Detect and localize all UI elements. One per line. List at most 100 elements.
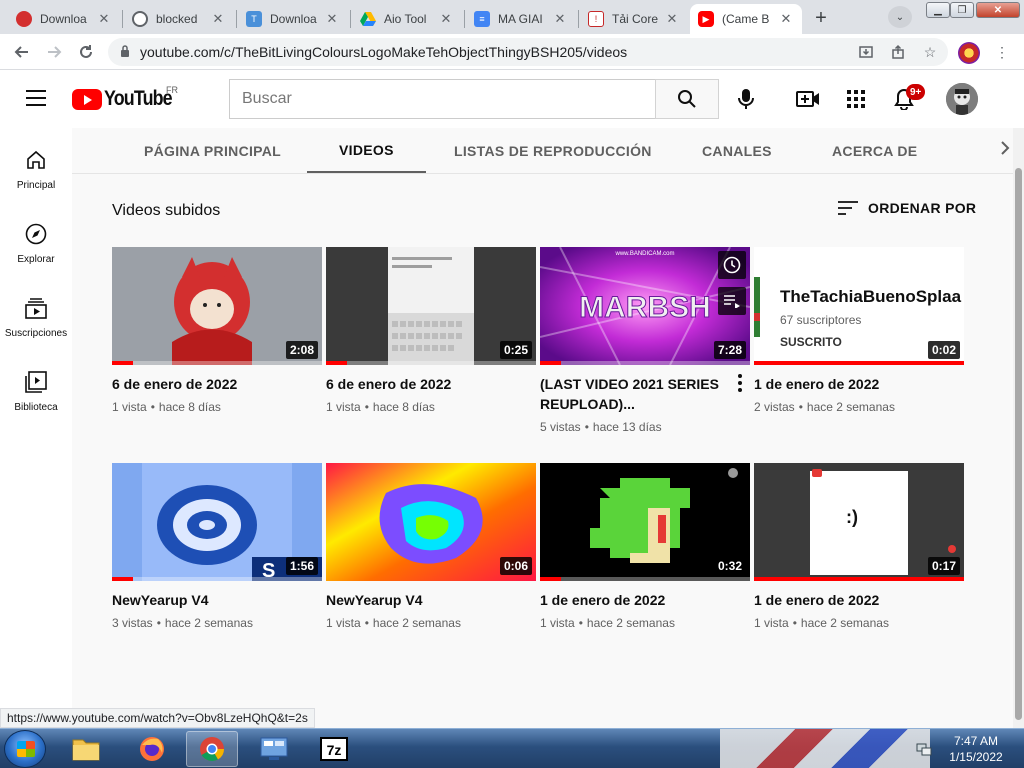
- tab-search-icon[interactable]: ⌄: [888, 6, 912, 28]
- scrollbar-thumb[interactable]: [1015, 168, 1022, 720]
- browser-tab[interactable]: ≡ MA GIAI ✕: [466, 4, 576, 34]
- create-video-icon[interactable]: [796, 87, 820, 111]
- video-title[interactable]: 1 de enero de 2022: [754, 374, 964, 394]
- sidebar-item-subscriptions[interactable]: Suscripciones: [0, 276, 72, 346]
- search-button[interactable]: [655, 79, 719, 119]
- youtube-header: YouTube FR 9+: [0, 70, 1024, 128]
- back-icon[interactable]: [10, 40, 34, 64]
- microphone-icon[interactable]: [734, 87, 758, 111]
- svg-text:www.BANDICAM.com: www.BANDICAM.com: [614, 251, 674, 257]
- video-title[interactable]: 1 de enero de 2022: [754, 590, 964, 610]
- sidebar-item-home[interactable]: Principal: [0, 128, 72, 198]
- more-actions-icon[interactable]: [732, 373, 748, 393]
- search-field[interactable]: [229, 79, 656, 119]
- duration-badge: 0:32: [713, 557, 746, 575]
- menu-icon[interactable]: [26, 90, 46, 106]
- sidebar-item-explore[interactable]: Explorar: [0, 202, 72, 272]
- video-thumbnail[interactable]: 0:32: [540, 463, 750, 581]
- tab-home[interactable]: PÁGINA PRINCIPAL: [144, 128, 281, 173]
- browser-tab[interactable]: ! Tải Core ✕: [580, 4, 688, 34]
- sidebar-item-library[interactable]: Biblioteca: [0, 350, 72, 420]
- search-icon: [678, 90, 696, 108]
- video-card[interactable]: 0:25 6 de enero de 2022 1 vista • hace 8 d…: [326, 247, 536, 414]
- browser-profile-icon[interactable]: [958, 42, 980, 64]
- tab-channels[interactable]: CANALES: [702, 128, 772, 173]
- search-input[interactable]: [242, 90, 656, 108]
- close-tab-icon[interactable]: ✕: [324, 11, 340, 27]
- chevron-right-icon[interactable]: [1000, 140, 1010, 161]
- video-title[interactable]: 1 de enero de 2022: [540, 590, 750, 610]
- network-icon[interactable]: [916, 741, 932, 757]
- download-site-icon: T: [246, 11, 262, 27]
- close-tab-icon[interactable]: ✕: [664, 11, 680, 27]
- forward-icon[interactable]: [42, 40, 66, 64]
- video-card[interactable]: 0:06 NewYearup V4 1 vista • hace 2 semanas: [326, 463, 536, 630]
- video-title[interactable]: 6 de enero de 2022: [326, 374, 536, 394]
- taskbar-chrome[interactable]: [186, 731, 238, 767]
- close-tab-icon[interactable]: ✕: [210, 11, 226, 27]
- avatar[interactable]: [946, 83, 978, 115]
- browser-menu-icon[interactable]: ⋮: [992, 42, 1012, 62]
- video-thumbnail[interactable]: 0:06: [326, 463, 536, 581]
- browser-tab[interactable]: T Downloa ✕: [238, 4, 348, 34]
- start-button[interactable]: [4, 730, 46, 768]
- taskbar-firefox[interactable]: [126, 731, 178, 767]
- youtube-icon: ▶: [698, 11, 714, 27]
- video-card[interactable]: 2:08 6 de enero de 2022 1 vista • hace 8 d…: [112, 247, 322, 414]
- tab-videos[interactable]: VIDEOS: [307, 128, 426, 173]
- home-icon: [24, 148, 48, 172]
- video-thumbnail[interactable]: 0:25: [326, 247, 536, 365]
- taskbar-7zip[interactable]: 7z: [308, 731, 360, 767]
- bookmark-star-icon[interactable]: ☆: [920, 42, 940, 62]
- page-scrollbar[interactable]: [1013, 128, 1024, 728]
- video-card[interactable]: :) 0:17 1 de enero de 2022 1 vista • hace …: [754, 463, 964, 630]
- video-card[interactable]: S 1:56 NewYearup V4 3 vistas • hace 2 sema…: [112, 463, 322, 630]
- tab-playlists[interactable]: LISTAS DE REPRODUCCIÓN: [454, 128, 652, 173]
- duration-badge: 7:28: [713, 341, 746, 359]
- compass-icon: [24, 222, 48, 246]
- apps-grid-icon[interactable]: [844, 87, 868, 111]
- close-window-button[interactable]: ✕: [976, 2, 1020, 18]
- close-tab-icon[interactable]: ✕: [96, 11, 112, 27]
- install-app-icon[interactable]: [856, 42, 876, 62]
- firefox-icon: [140, 737, 164, 761]
- video-card[interactable]: MARBSH www.BANDICAM.com 7:28 (LAST VIDEO…: [540, 247, 750, 434]
- taskbar-control-panel[interactable]: [248, 731, 300, 767]
- video-title[interactable]: (LAST VIDEO 2021 SERIES REUPLOAD)...: [540, 374, 750, 414]
- section-title: Videos subidos: [112, 202, 221, 219]
- video-thumbnail[interactable]: :) 0:17: [754, 463, 964, 581]
- video-meta: 1 vista • hace 2 semanas: [326, 616, 461, 630]
- video-thumbnail[interactable]: TheTachiaBuenoSplaa 67 suscriptores SUSC…: [754, 247, 964, 365]
- video-thumbnail[interactable]: 2:08: [112, 247, 322, 365]
- browser-tab[interactable]: Aio Tool ✕: [352, 4, 462, 34]
- maximize-button[interactable]: ❐: [950, 2, 974, 18]
- taskbar-explorer[interactable]: [60, 731, 112, 767]
- browser-tab[interactable]: Downloa ✕: [8, 4, 120, 34]
- minimize-button[interactable]: ▁: [926, 2, 950, 18]
- subscriptions-icon: [24, 296, 48, 320]
- system-clock[interactable]: 7:47 AM 1/15/2022: [936, 733, 1016, 765]
- video-card[interactable]: TheTachiaBuenoSplaa 67 suscriptores SUSC…: [754, 247, 964, 414]
- close-tab-icon[interactable]: ✕: [778, 11, 794, 27]
- sort-button[interactable]: ORDENAR POR: [838, 200, 976, 216]
- globe-icon: [132, 11, 148, 27]
- video-card[interactable]: 0:32 1 de enero de 2022 1 vista • hace 2 s…: [540, 463, 750, 630]
- browser-tab-active[interactable]: ▶ (Came B ✕: [690, 4, 802, 34]
- add-to-queue-icon[interactable]: [718, 287, 746, 315]
- share-icon[interactable]: [888, 42, 908, 62]
- google-docs-icon: ≡: [474, 11, 490, 27]
- new-tab-button[interactable]: +: [808, 5, 834, 31]
- video-thumbnail[interactable]: S 1:56: [112, 463, 322, 581]
- sort-icon: [838, 201, 858, 215]
- close-tab-icon[interactable]: ✕: [552, 11, 568, 27]
- close-tab-icon[interactable]: ✕: [438, 11, 454, 27]
- video-title[interactable]: NewYearup V4: [326, 590, 536, 610]
- reload-icon[interactable]: [74, 40, 98, 64]
- address-bar[interactable]: youtube.com/c/TheBitLivingColoursLogoMak…: [108, 38, 948, 66]
- tab-about[interactable]: ACERCA DE: [832, 128, 917, 173]
- video-thumbnail[interactable]: MARBSH www.BANDICAM.com 7:28: [540, 247, 750, 365]
- watch-later-icon[interactable]: [718, 251, 746, 279]
- video-title[interactable]: 6 de enero de 2022: [112, 374, 322, 394]
- video-title[interactable]: NewYearup V4: [112, 590, 322, 610]
- browser-tab[interactable]: blocked ✕: [124, 4, 234, 34]
